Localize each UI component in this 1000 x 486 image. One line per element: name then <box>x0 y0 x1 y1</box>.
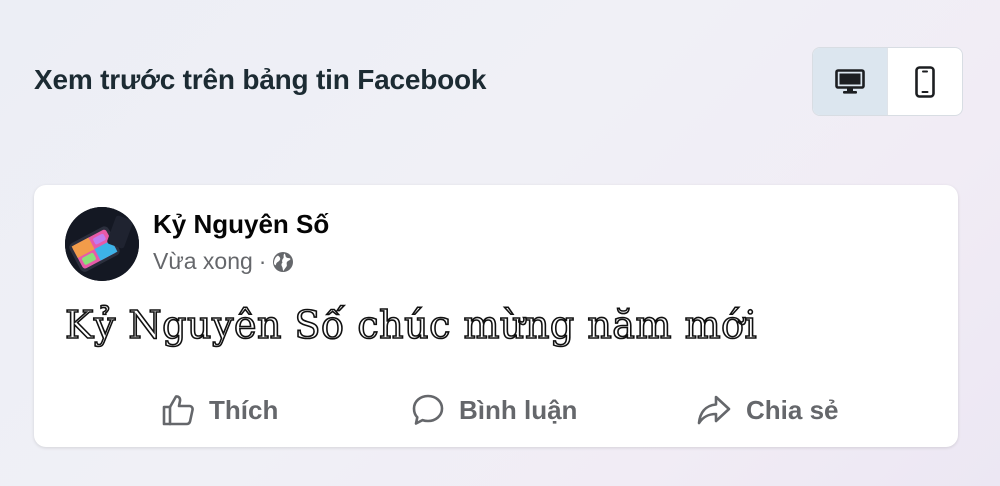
comment-icon <box>412 394 444 425</box>
avatar-image <box>65 207 139 281</box>
share-button[interactable]: Chia sẻ <box>696 390 839 430</box>
desktop-view-button[interactable] <box>813 48 887 115</box>
thumbs-up-icon <box>162 395 194 426</box>
post-preview-card: Kỷ Nguyên Số Vừa xong · Kỷ Nguyên Số chú… <box>34 185 958 447</box>
comment-button[interactable]: Bình luận <box>411 390 577 430</box>
avatar[interactable] <box>65 207 139 281</box>
globe-icon[interactable] <box>272 251 294 273</box>
meta-separator: · <box>258 248 267 274</box>
mobile-icon <box>915 65 935 98</box>
share-icon <box>697 395 731 425</box>
desktop-icon <box>835 68 865 94</box>
like-button[interactable]: Thích <box>161 390 278 430</box>
comment-label: Bình luận <box>459 394 578 425</box>
post-timestamp[interactable]: Vừa xong <box>153 248 253 275</box>
post-text: Kỷ Nguyên Số chúc mừng năm mới <box>64 302 758 348</box>
preview-device-toggle <box>812 47 963 116</box>
post-meta: Vừa xong · <box>153 248 294 275</box>
post-author-name[interactable]: Kỷ Nguyên Số <box>153 209 329 240</box>
like-label: Thích <box>209 394 279 425</box>
mobile-view-button[interactable] <box>887 48 962 115</box>
page-title: Xem trước trên bảng tin Facebook <box>34 64 487 95</box>
post-action-bar: Thích Bình luận Chia sẻ <box>34 390 958 430</box>
share-label: Chia sẻ <box>746 394 839 425</box>
